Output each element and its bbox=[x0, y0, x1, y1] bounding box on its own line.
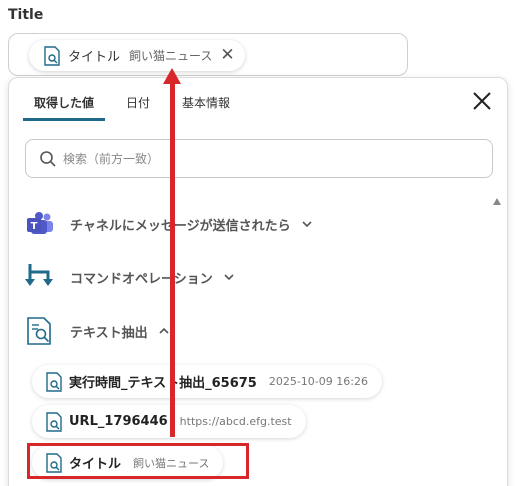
section-label: コマンドオペレーション bbox=[70, 271, 213, 287]
item-value: https://abcd.efg.test bbox=[179, 415, 292, 428]
section-command-operation[interactable]: コマンドオペレーション bbox=[25, 262, 235, 292]
search-box bbox=[25, 139, 493, 178]
section-text-extract[interactable]: テキスト抽出 bbox=[25, 316, 170, 346]
scroll-up-arrow-icon[interactable] bbox=[493, 198, 501, 205]
section-teams-message[interactable]: T チャネルにメッセージが送信されたら bbox=[25, 209, 313, 239]
close-icon[interactable] bbox=[471, 90, 493, 112]
tab-basic-info[interactable]: 基本情報 bbox=[171, 78, 241, 121]
item-value: 2025-10-09 16:26 bbox=[268, 375, 368, 388]
chevron-up-icon bbox=[159, 327, 169, 334]
value-item-execution-time[interactable]: 実行時間_テキスト抽出_65675 2025-10-09 16:26 bbox=[32, 365, 382, 398]
field-label-title: Title bbox=[8, 7, 44, 23]
item-name: URL_1796446 bbox=[69, 414, 168, 429]
value-item-url[interactable]: URL_1796446 https://abcd.efg.test bbox=[32, 405, 306, 438]
chevron-down-icon bbox=[302, 221, 312, 228]
command-operation-icon bbox=[25, 264, 53, 286]
svg-text:T: T bbox=[31, 221, 38, 232]
search-input[interactable] bbox=[63, 151, 443, 166]
document-search-icon bbox=[46, 371, 62, 392]
document-search-icon bbox=[44, 45, 60, 66]
annotation-highlight-box bbox=[27, 443, 249, 479]
teams-icon: T bbox=[27, 212, 53, 234]
section-label: チャネルにメッセージが送信されたら bbox=[70, 218, 291, 234]
document-search-icon bbox=[46, 411, 62, 432]
search-icon bbox=[40, 150, 56, 167]
chip-title: タイトル bbox=[68, 50, 121, 65]
tab-retrieved-values[interactable]: 取得した値 bbox=[23, 78, 106, 121]
annotation-arrow-up-icon bbox=[163, 68, 181, 84]
section-label: テキスト抽出 bbox=[70, 325, 148, 341]
chevron-down-icon bbox=[224, 274, 234, 281]
text-extract-icon bbox=[27, 317, 51, 345]
tab-date[interactable]: 日付 bbox=[115, 78, 161, 121]
annotation-arrow-shaft bbox=[170, 82, 175, 437]
value-picker-popup: 取得した値 日付 基本情報 T チャネルにメッセージが送信されたら bbox=[8, 77, 508, 486]
item-name: 実行時間_テキスト抽出_65675 bbox=[69, 376, 257, 391]
title-value-chip[interactable]: タイトル 飼い猫ニュース ✕ bbox=[29, 40, 245, 71]
remove-chip-icon[interactable]: ✕ bbox=[220, 47, 234, 64]
chip-value: 飼い猫ニュース bbox=[129, 49, 213, 63]
popup-tabs: 取得した値 日付 基本情報 bbox=[23, 78, 251, 121]
